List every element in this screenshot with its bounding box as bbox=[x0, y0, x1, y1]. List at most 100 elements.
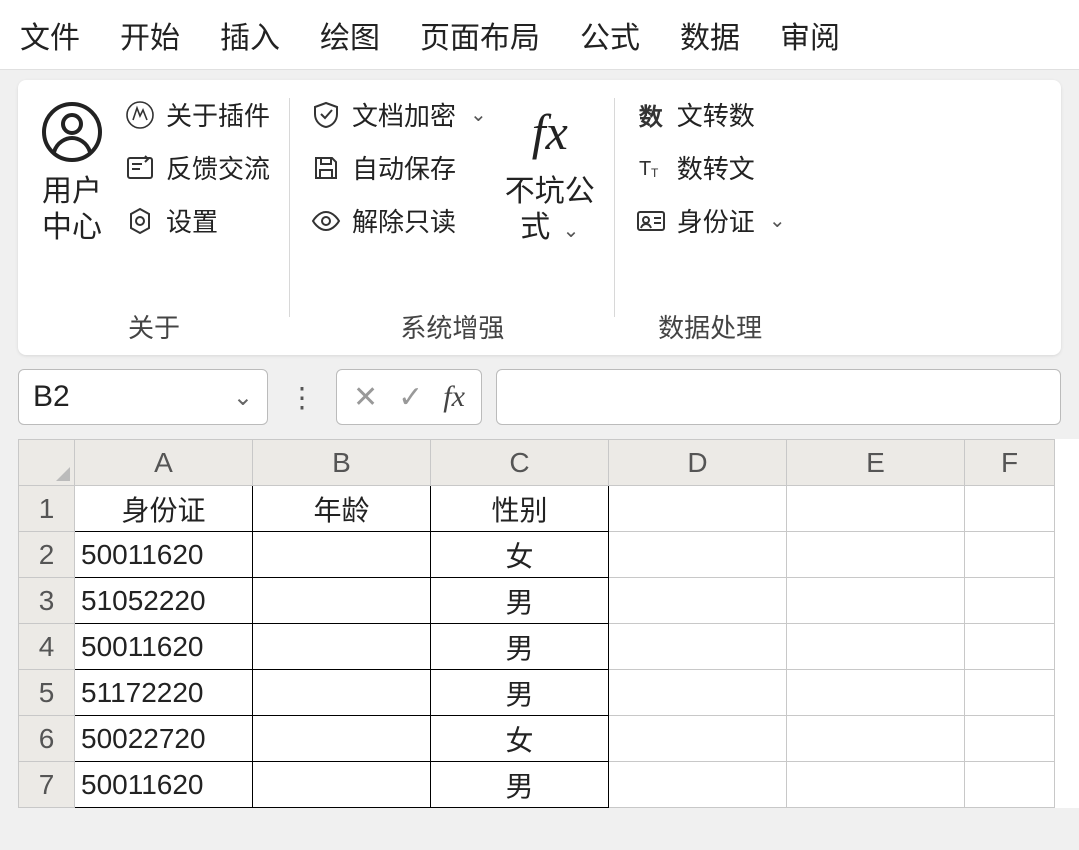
cell[interactable] bbox=[253, 670, 431, 716]
cell[interactable] bbox=[787, 624, 965, 670]
cell[interactable]: 男 bbox=[431, 762, 609, 808]
menu-insert[interactable]: 插入 bbox=[220, 13, 280, 57]
feedback-button[interactable]: 反馈交流 bbox=[124, 149, 270, 186]
col-header-e[interactable]: E bbox=[787, 440, 965, 486]
formula-button[interactable]: fx 不坑公 式 ⌄ bbox=[505, 90, 595, 246]
save-icon bbox=[310, 152, 342, 184]
menu-bar: 文件 开始 插入 绘图 页面布局 公式 数据 审阅 bbox=[0, 0, 1079, 70]
fx-label[interactable]: fx bbox=[443, 380, 465, 414]
formula-edit-controls: ✕ ✓ fx bbox=[336, 369, 482, 425]
cell[interactable] bbox=[965, 624, 1055, 670]
cell[interactable] bbox=[965, 762, 1055, 808]
cell[interactable] bbox=[965, 486, 1055, 532]
col-header-a[interactable]: A bbox=[75, 440, 253, 486]
group-label-system: 系统增强 bbox=[310, 302, 595, 345]
cell[interactable] bbox=[787, 532, 965, 578]
row-header[interactable]: 5 bbox=[19, 670, 75, 716]
row-header[interactable]: 4 bbox=[19, 624, 75, 670]
num-to-text-button[interactable]: TT 数转文 bbox=[635, 149, 786, 186]
row-header[interactable]: 7 bbox=[19, 762, 75, 808]
col-header-c[interactable]: C bbox=[431, 440, 609, 486]
select-all-corner[interactable] bbox=[19, 440, 75, 486]
text-icon: TT bbox=[635, 152, 667, 184]
group-label-about: 关于 bbox=[38, 302, 270, 345]
svg-text:T: T bbox=[651, 166, 659, 180]
user-icon bbox=[38, 98, 106, 166]
confirm-icon[interactable]: ✓ bbox=[398, 380, 423, 415]
menu-data[interactable]: 数据 bbox=[680, 13, 740, 57]
cell[interactable] bbox=[787, 716, 965, 762]
col-header-d[interactable]: D bbox=[609, 440, 787, 486]
ribbon-group-data: 数 文转数 TT 数转文 身份证 ⌄ 数据处理 bbox=[615, 90, 806, 345]
cell[interactable] bbox=[965, 716, 1055, 762]
chevron-down-icon[interactable]: ⌄ bbox=[233, 383, 253, 412]
cell[interactable]: 男 bbox=[431, 578, 609, 624]
encrypt-button[interactable]: 文档加密 ⌄ bbox=[310, 96, 487, 133]
cell[interactable] bbox=[253, 716, 431, 762]
fx-icon: fx bbox=[516, 98, 584, 166]
cell[interactable] bbox=[787, 578, 965, 624]
cell[interactable] bbox=[609, 624, 787, 670]
cell[interactable]: 51172220 bbox=[75, 670, 253, 716]
col-header-b[interactable]: B bbox=[253, 440, 431, 486]
chevron-down-icon: ⌄ bbox=[769, 208, 786, 233]
cancel-icon[interactable]: ✕ bbox=[353, 380, 378, 415]
cell[interactable] bbox=[609, 670, 787, 716]
cell[interactable] bbox=[609, 486, 787, 532]
idcard-button[interactable]: 身份证 ⌄ bbox=[635, 202, 786, 239]
cell[interactable]: 男 bbox=[431, 624, 609, 670]
cell[interactable] bbox=[609, 716, 787, 762]
cell[interactable]: 50011620 bbox=[75, 532, 253, 578]
cell[interactable] bbox=[787, 670, 965, 716]
menu-layout[interactable]: 页面布局 bbox=[420, 13, 540, 57]
autosave-button[interactable]: 自动保存 bbox=[310, 149, 487, 186]
formula-bar: B2 ⌄ ⋮ ✕ ✓ fx bbox=[0, 355, 1079, 439]
cell[interactable]: 年龄 bbox=[253, 486, 431, 532]
menu-home[interactable]: 开始 bbox=[120, 13, 180, 57]
user-center-button[interactable]: 用户 中心 bbox=[38, 90, 106, 246]
col-header-f[interactable]: F bbox=[965, 440, 1055, 486]
row-header[interactable]: 2 bbox=[19, 532, 75, 578]
cell[interactable] bbox=[253, 578, 431, 624]
cell[interactable]: 女 bbox=[431, 716, 609, 762]
text-to-num-button[interactable]: 数 文转数 bbox=[635, 96, 786, 133]
cell[interactable] bbox=[609, 762, 787, 808]
chevron-down-icon: ⌄ bbox=[563, 220, 580, 242]
cell[interactable] bbox=[253, 532, 431, 578]
row-header[interactable]: 1 bbox=[19, 486, 75, 532]
cell[interactable]: 女 bbox=[431, 532, 609, 578]
row-header[interactable]: 3 bbox=[19, 578, 75, 624]
formula-input[interactable] bbox=[496, 369, 1061, 425]
row-header[interactable]: 6 bbox=[19, 716, 75, 762]
cell[interactable]: 50022720 bbox=[75, 716, 253, 762]
cell[interactable]: 51052220 bbox=[75, 578, 253, 624]
cell[interactable]: 性别 bbox=[431, 486, 609, 532]
menu-formula[interactable]: 公式 bbox=[580, 13, 640, 57]
menu-review[interactable]: 审阅 bbox=[780, 13, 840, 57]
cell[interactable] bbox=[787, 486, 965, 532]
ribbon-group-system: 文档加密 ⌄ 自动保存 解除只读 fx 不坑公 式 ⌄ 系统增强 bbox=[290, 90, 615, 345]
plugin-icon bbox=[124, 99, 156, 131]
ribbon: 用户 中心 关于插件 反馈交流 设置 关于 bbox=[18, 80, 1061, 355]
feedback-icon bbox=[124, 152, 156, 184]
cell[interactable] bbox=[965, 532, 1055, 578]
settings-button[interactable]: 设置 bbox=[124, 202, 270, 239]
spreadsheet: A B C D E F 1 身份证 年龄 性别 2 50011620 女 3 5… bbox=[18, 439, 1079, 808]
cell[interactable] bbox=[965, 578, 1055, 624]
cell[interactable]: 身份证 bbox=[75, 486, 253, 532]
more-button[interactable]: ⋮ bbox=[282, 381, 322, 414]
cell[interactable] bbox=[965, 670, 1055, 716]
cell[interactable] bbox=[609, 578, 787, 624]
about-plugin-button[interactable]: 关于插件 bbox=[124, 96, 270, 133]
cell[interactable]: 50011620 bbox=[75, 762, 253, 808]
menu-draw[interactable]: 绘图 bbox=[320, 13, 380, 57]
cell[interactable] bbox=[609, 532, 787, 578]
cell[interactable]: 男 bbox=[431, 670, 609, 716]
unlock-readonly-button[interactable]: 解除只读 bbox=[310, 202, 487, 239]
cell[interactable] bbox=[253, 624, 431, 670]
cell[interactable]: 50011620 bbox=[75, 624, 253, 670]
cell[interactable] bbox=[253, 762, 431, 808]
menu-file[interactable]: 文件 bbox=[20, 13, 80, 57]
cell[interactable] bbox=[787, 762, 965, 808]
name-box[interactable]: B2 ⌄ bbox=[18, 369, 268, 425]
